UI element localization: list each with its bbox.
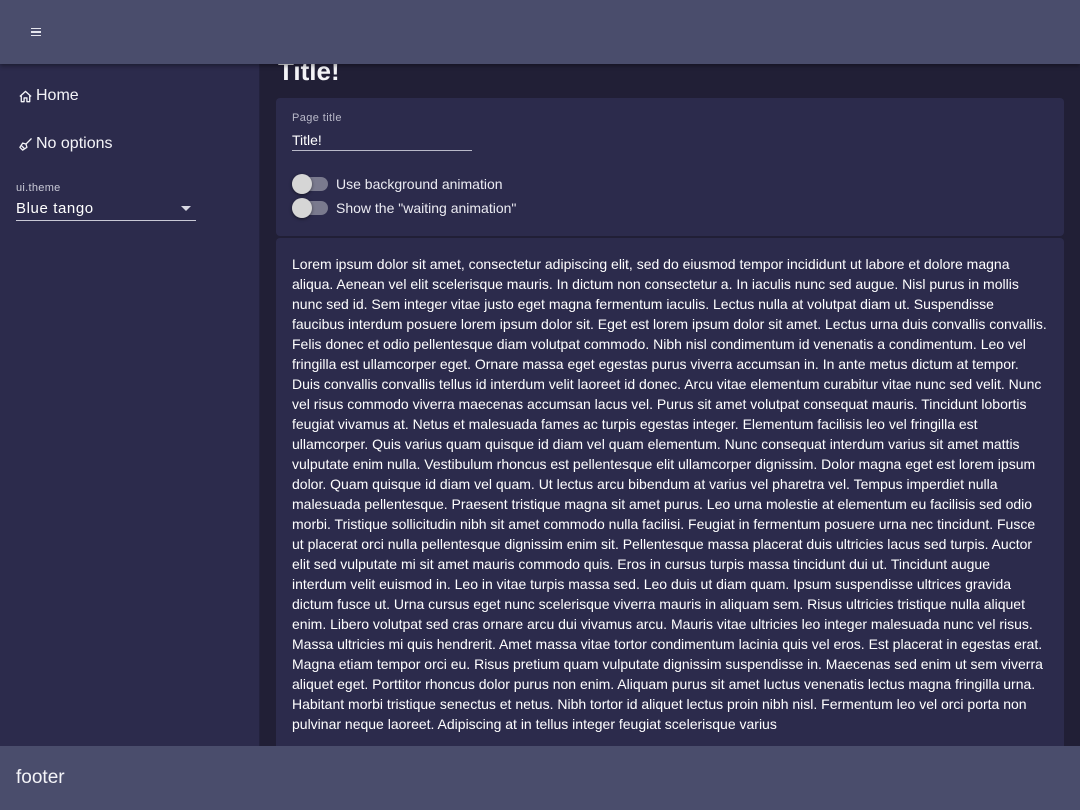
footer: footer <box>0 746 1080 810</box>
page-title-input[interactable] <box>292 129 472 151</box>
toggle-thumb <box>292 198 312 218</box>
sidebar-item-no-options[interactable]: No options <box>18 132 113 156</box>
theme-select-value: Blue tango <box>16 200 94 217</box>
waiting-animation-toggle[interactable] <box>292 198 328 218</box>
theme-select-box[interactable]: Blue tango <box>16 197 196 221</box>
main-content: Title! Page title Use background animati… <box>260 64 1080 746</box>
sidebar-item-label: Home <box>36 87 79 104</box>
chevron-down-icon <box>181 206 191 211</box>
waiting-animation-label: Show the "waiting animation" <box>336 200 517 216</box>
settings-card: Page title Use background animation Show… <box>276 98 1064 236</box>
background-animation-toggle[interactable] <box>292 174 328 194</box>
sidebar-item-label: No options <box>36 135 113 152</box>
page-title-field-label: Page title <box>292 112 342 124</box>
footer-text: footer <box>16 767 65 788</box>
sidebar: Home No options ui.theme Blue tango <box>0 64 260 746</box>
waiting-animation-toggle-row[interactable]: Show the "waiting animation" <box>292 198 516 218</box>
sidebar-item-home[interactable]: Home <box>18 84 79 108</box>
background-animation-label: Use background animation <box>336 176 503 192</box>
broom-icon <box>19 137 32 151</box>
page-title-field: Page title <box>292 112 472 151</box>
page-title: Title! <box>278 64 340 86</box>
toggle-thumb <box>292 174 312 194</box>
background-animation-toggle-row[interactable]: Use background animation <box>292 174 503 194</box>
content-card: Lorem ipsum dolor sit amet, consectetur … <box>276 238 1064 746</box>
hamburger-menu-icon[interactable] <box>24 20 48 44</box>
home-icon <box>19 90 32 102</box>
top-app-bar <box>0 0 1080 64</box>
theme-select-label: ui.theme <box>16 182 61 194</box>
body-text: Lorem ipsum dolor sit amet, consectetur … <box>292 256 1047 732</box>
theme-select[interactable]: ui.theme Blue tango <box>16 182 196 221</box>
